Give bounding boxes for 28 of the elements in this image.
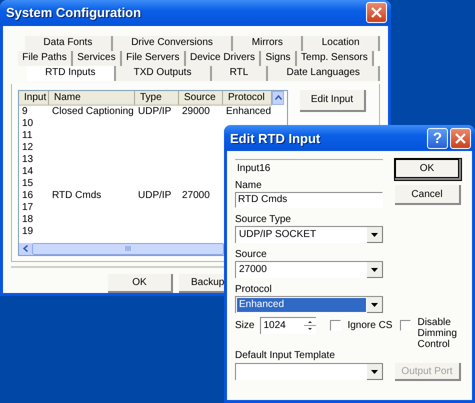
table-cell-text: RTD Cmds xyxy=(51,190,102,202)
table-cell-text: 11 xyxy=(21,130,34,142)
table-cell-text: 29000 xyxy=(181,106,211,118)
input-id-label: Input16 xyxy=(235,159,383,178)
table-cell-text: Enhanced xyxy=(225,106,272,118)
table-cell-text: UDP/IP xyxy=(137,106,172,118)
checkbox-label: Ignore CS xyxy=(347,320,392,331)
table-cell-text: 15 xyxy=(21,178,34,190)
table-cell-text: 19 xyxy=(21,226,34,238)
size-label: Size xyxy=(235,320,254,331)
field-label: Default Input Template xyxy=(235,350,336,362)
dialog-title: Edit RTD Input xyxy=(230,130,320,146)
table-cell-text: UDP/IP xyxy=(137,190,172,202)
table-cell-text: 17 xyxy=(21,202,34,214)
field-label: Source xyxy=(235,249,268,261)
checkbox-label: Disable Dimming Control xyxy=(417,317,458,350)
table-cell-text: 18 xyxy=(21,214,34,226)
table-cell-text: Closed Captioning xyxy=(51,106,135,118)
table-cell-text: 13 xyxy=(21,154,34,166)
window-title: System Configuration xyxy=(6,5,142,20)
table-cell-text: 12 xyxy=(21,142,34,154)
table-cell-text: 10 xyxy=(21,118,34,130)
field-label: Name xyxy=(235,180,263,192)
table-cell-text: 9 xyxy=(21,106,29,118)
table-cell-text: 14 xyxy=(21,166,34,178)
table-cell-text: 16 xyxy=(21,190,34,202)
table-cell-text: 27000 xyxy=(181,190,211,202)
field-label: Source Type xyxy=(235,214,292,226)
